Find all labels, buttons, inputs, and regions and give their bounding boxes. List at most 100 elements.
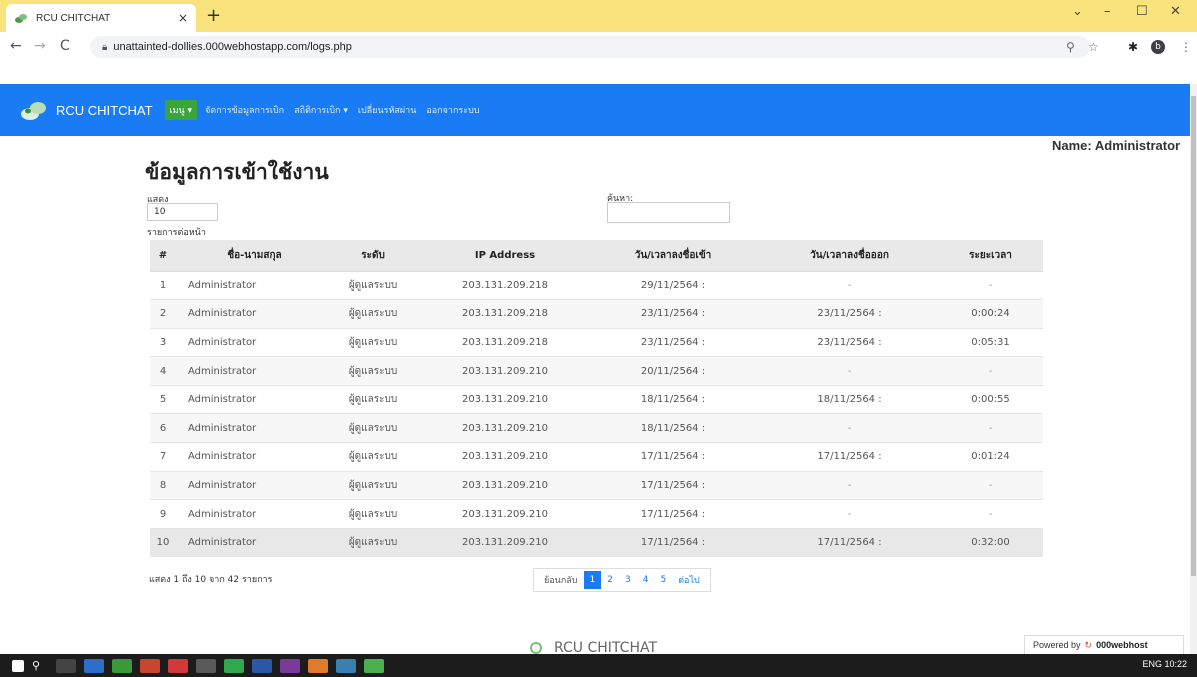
- brand-name[interactable]: RCU CHITCHAT: [56, 103, 153, 118]
- row-ip: 203.131.209.210: [425, 442, 585, 472]
- row-level: ผู้ดูแลระบบ: [321, 527, 425, 557]
- row-name: Administrator: [176, 299, 321, 329]
- row-login-time: 20/11/2564 :: [585, 356, 761, 386]
- pagination-previous-button[interactable]: ย้อนกลับ: [538, 569, 584, 591]
- row-login-time: 23/11/2564 :: [585, 327, 761, 357]
- row-duration: -: [938, 356, 1043, 386]
- row-duration: 0:05:31: [938, 327, 1043, 357]
- nav-link-stats-dropdown[interactable]: สถิติการเบิก ▾: [294, 103, 348, 117]
- windows-start-icon[interactable]: [12, 659, 24, 672]
- word-icon[interactable]: [252, 658, 272, 673]
- table-row: 5 Administrator ผู้ดูแลระบบ 203.131.209.…: [150, 384, 1043, 414]
- nav-link-change-password[interactable]: เปลี่ยนรหัสผ่าน: [358, 103, 416, 117]
- nav-link-logout[interactable]: ออกจากระบบ: [426, 103, 479, 117]
- table-row: 4 Administrator ผู้ดูแลระบบ 203.131.209.…: [150, 356, 1043, 386]
- url-text: unattainted-dollies.000webhostapp.com/lo…: [113, 41, 352, 53]
- taskbar-search-icon[interactable]: ⚲: [32, 659, 48, 673]
- table-row: 6 Administrator ผู้ดูแลระบบ 203.131.209.…: [150, 413, 1043, 443]
- nav-link-manage-withdraw[interactable]: จัดการข้อมูลการเบิก: [205, 103, 284, 117]
- search-input[interactable]: [607, 202, 730, 223]
- powered-by-badge[interactable]: Powered by ↻ 000webhost: [1024, 635, 1184, 655]
- extensions-puzzle-icon[interactable]: ✱: [1128, 40, 1138, 54]
- app-icon[interactable]: [196, 658, 216, 673]
- bookmark-star-icon[interactable]: ☆: [1088, 40, 1099, 54]
- row-level: ผู้ดูแลระบบ: [321, 327, 425, 357]
- profile-avatar[interactable]: b: [1151, 40, 1165, 54]
- pagination-page-5[interactable]: 5: [654, 571, 672, 589]
- table-row: 10 Administrator ผู้ดูแลระบบ 203.131.209…: [150, 527, 1043, 557]
- powered-by-label: Powered by: [1033, 640, 1081, 650]
- pdf-reader-icon[interactable]: [168, 658, 188, 673]
- pagination-next-button[interactable]: ต่อไป: [672, 569, 706, 591]
- reload-icon[interactable]: C: [60, 38, 70, 54]
- table-header-row: # ชื่อ-นามสกุล ระดับ IP Address วัน/เวลา…: [150, 240, 1043, 272]
- row-number: 6: [150, 413, 176, 443]
- row-duration: 0:00:55: [938, 384, 1043, 414]
- file-explorer-icon[interactable]: [84, 658, 104, 673]
- row-duration: 0:01:24: [938, 442, 1043, 472]
- browser-toolbar: ← → C 🔒︎ unattainted-dollies.000webhosta…: [0, 32, 1197, 62]
- column-header-ip[interactable]: IP Address: [425, 240, 585, 272]
- maximize-button[interactable]: ☐: [1136, 4, 1148, 19]
- row-name: Administrator: [176, 413, 321, 443]
- column-header-logout-time[interactable]: วัน/เวลาลงชื่อออก: [761, 240, 938, 272]
- pagination-page-1[interactable]: 1: [583, 571, 602, 589]
- column-header-login-time[interactable]: วัน/เวลาลงชื่อเข้า: [585, 240, 761, 272]
- page-scrollbar-thumb[interactable]: [1191, 96, 1196, 576]
- row-logout-time: 23/11/2564 :: [761, 327, 938, 357]
- row-logout-time: -: [761, 470, 938, 500]
- column-header-duration[interactable]: ระยะเวลา: [938, 240, 1043, 272]
- column-header-number[interactable]: #: [150, 240, 176, 272]
- chrome-icon[interactable]: [112, 658, 132, 673]
- row-name: Administrator: [176, 356, 321, 386]
- line-app-icon[interactable]: [224, 658, 244, 673]
- row-duration: -: [938, 470, 1043, 500]
- task-view-icon[interactable]: [56, 658, 76, 673]
- menu-dropdown-button[interactable]: เมนู ▾: [164, 100, 198, 120]
- app-icon-4[interactable]: [336, 658, 356, 673]
- pagination-page-4[interactable]: 4: [637, 571, 655, 589]
- page-title: ข้อมูลการเข้าใช้งาน: [145, 160, 329, 184]
- tab-search-chevron-icon[interactable]: ⌄: [1072, 4, 1083, 19]
- column-header-name[interactable]: ชื่อ-นามสกุล: [176, 240, 321, 272]
- row-ip: 203.131.209.218: [425, 270, 585, 300]
- row-logout-time: 18/11/2564 :: [761, 384, 938, 414]
- app-icon-2[interactable]: [280, 658, 300, 673]
- logs-table: # ชื่อ-นามสกุล ระดับ IP Address วัน/เวลา…: [150, 240, 1043, 557]
- row-number: 1: [150, 270, 176, 300]
- zoom-icon[interactable]: ⚲: [1066, 40, 1075, 54]
- powerpoint-icon[interactable]: [140, 658, 160, 673]
- row-duration: 0:00:24: [938, 299, 1043, 329]
- new-tab-button[interactable]: +: [206, 6, 221, 26]
- column-header-level[interactable]: ระดับ: [321, 240, 425, 272]
- powered-by-brand: 000webhost: [1096, 640, 1148, 650]
- row-ip: 203.131.209.218: [425, 327, 585, 357]
- webhost-logo-icon: ↻: [1084, 639, 1093, 650]
- row-ip: 203.131.209.210: [425, 413, 585, 443]
- row-number: 2: [150, 299, 176, 329]
- lock-icon: 🔒︎: [102, 41, 108, 53]
- pagination: ย้อนกลับ 1 2 3 4 5 ต่อไป: [533, 568, 711, 592]
- kebab-menu-icon[interactable]: ⋮: [1180, 40, 1192, 54]
- chrome-active-icon[interactable]: [364, 658, 384, 673]
- browser-tab[interactable]: RCU CHITCHAT ×: [6, 4, 196, 32]
- close-window-button[interactable]: ✕: [1170, 4, 1181, 19]
- row-login-time: 17/11/2564 :: [585, 442, 761, 472]
- system-tray-clock[interactable]: ENG 10:22: [1142, 659, 1187, 669]
- entries-length-select[interactable]: 10: [147, 203, 218, 221]
- forward-arrow-icon[interactable]: →: [34, 38, 46, 54]
- row-level: ผู้ดูแลระบบ: [321, 384, 425, 414]
- app-icon-3[interactable]: [308, 658, 328, 673]
- row-login-time: 29/11/2564 :: [585, 270, 761, 300]
- tab-close-icon[interactable]: ×: [178, 11, 188, 25]
- pagination-page-3[interactable]: 3: [619, 571, 637, 589]
- pagination-page-2[interactable]: 2: [601, 571, 619, 589]
- row-duration: -: [938, 413, 1043, 443]
- row-level: ผู้ดูแลระบบ: [321, 470, 425, 500]
- back-arrow-icon[interactable]: ←: [10, 38, 22, 54]
- minimize-button[interactable]: –: [1104, 4, 1111, 19]
- address-bar[interactable]: 🔒︎ unattainted-dollies.000webhostapp.com…: [90, 36, 1090, 58]
- row-ip: 203.131.209.210: [425, 470, 585, 500]
- row-login-time: 17/11/2564 :: [585, 527, 761, 557]
- row-name: Administrator: [176, 384, 321, 414]
